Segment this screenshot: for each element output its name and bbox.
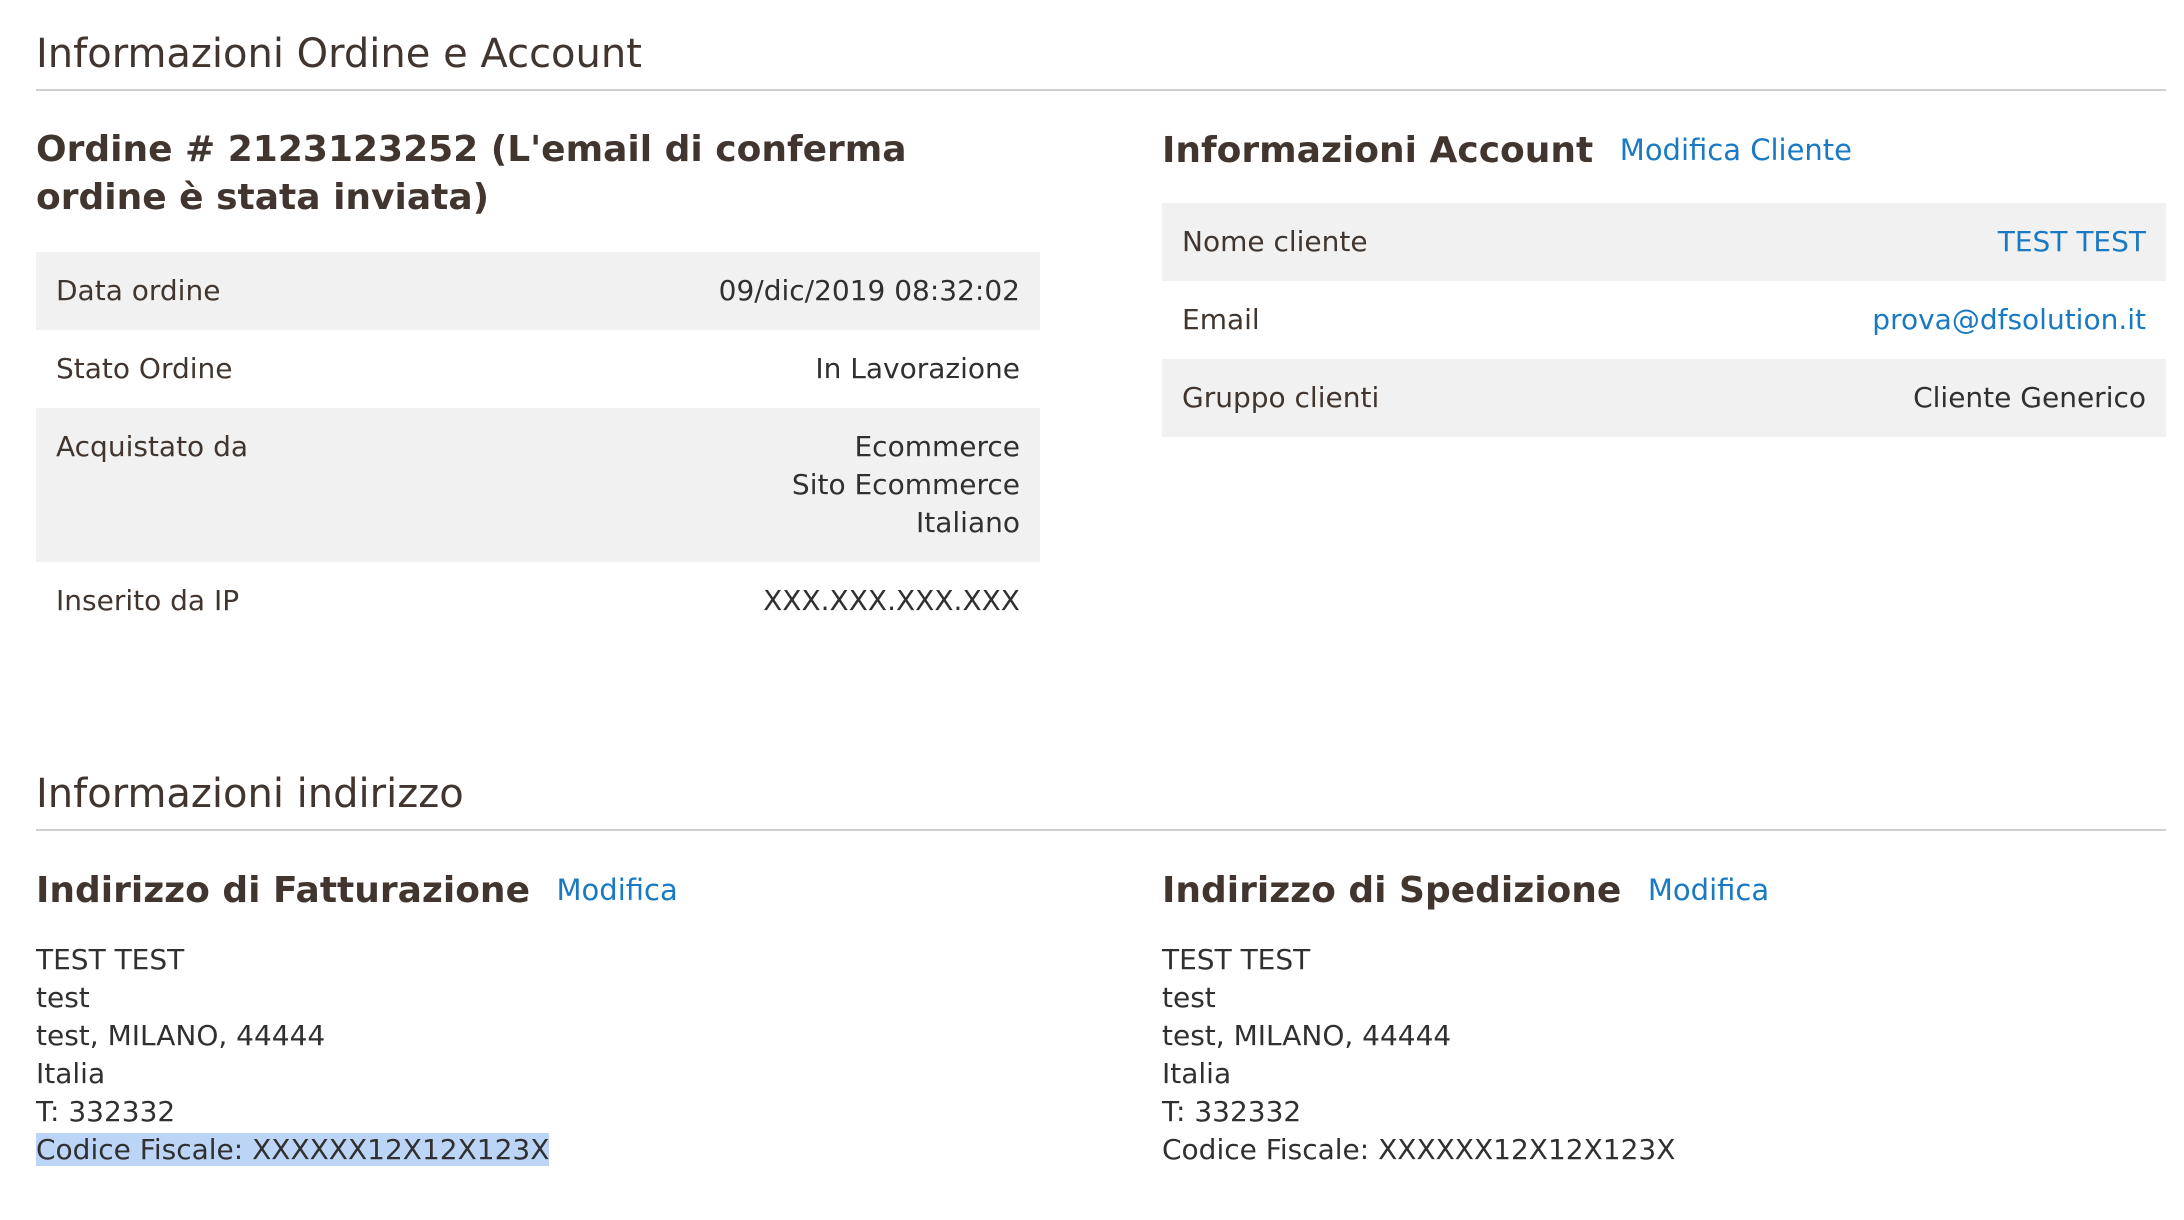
address-section-title: Informazioni indirizzo — [36, 774, 2166, 831]
order-date-label: Data ordine — [56, 274, 221, 307]
shipping-name: TEST TEST — [1162, 943, 1311, 976]
table-row: Email prova@dfsolution.it — [1162, 281, 2166, 359]
account-title-row: Informazioni Account Modifica Cliente — [1162, 126, 2166, 175]
email-label: Email — [1182, 303, 1260, 336]
shipping-tax-code: Codice Fiscale: XXXXXX12X12X123X — [1162, 1133, 1676, 1166]
shipping-title: Indirizzo di Spedizione — [1162, 870, 1622, 911]
store-website: Ecommerce — [854, 430, 1020, 463]
shipping-phone: T: 332332 — [1162, 1095, 1302, 1128]
customer-name-label: Nome cliente — [1182, 225, 1368, 258]
billing-address-block: Indirizzo di Fatturazione Modifica TEST … — [36, 866, 1040, 1169]
edit-customer-link[interactable]: Modifica Cliente — [1620, 133, 1852, 167]
table-row: Stato Ordine In Lavorazione — [36, 330, 1040, 408]
table-row: Nome cliente TEST TEST — [1162, 203, 2166, 281]
store-name: Sito Ecommerce — [791, 468, 1020, 501]
order-account-section-title: Informazioni Ordine e Account — [36, 34, 2166, 91]
account-info-block: Informazioni Account Modifica Cliente No… — [1162, 126, 2166, 437]
billing-title-row: Indirizzo di Fatturazione Modifica — [36, 866, 1040, 915]
order-date-value: 09/dic/2019 08:32:02 — [718, 274, 1020, 307]
edit-billing-link[interactable]: Modifica — [557, 873, 678, 907]
shipping-city: test, MILANO, 44444 — [1162, 1019, 1452, 1052]
billing-tax-code: Codice Fiscale: XXXXXX12X12X123X — [36, 1131, 1040, 1169]
billing-address: TEST TEST test test, MILANO, 44444 Itali… — [36, 941, 1040, 1169]
billing-street: test — [36, 981, 90, 1014]
email-link[interactable]: prova@dfsolution.it — [1872, 303, 2146, 336]
placed-from-ip-label: Inserito da IP — [56, 584, 240, 617]
order-info-table: Data ordine 09/dic/2019 08:32:02 Stato O… — [36, 252, 1040, 640]
customer-group-value: Cliente Generico — [1913, 381, 2146, 414]
customer-group-label: Gruppo clienti — [1182, 381, 1380, 414]
purchased-from-label: Acquistato da — [56, 430, 249, 463]
billing-title: Indirizzo di Fatturazione — [36, 870, 530, 911]
shipping-address: TEST TEST test test, MILANO, 44444 Itali… — [1162, 941, 2166, 1169]
shipping-address-block: Indirizzo di Spedizione Modifica TEST TE… — [1162, 866, 2166, 1169]
account-title: Informazioni Account — [1162, 130, 1594, 171]
account-info-table: Nome cliente TEST TEST Email prova@dfsol… — [1162, 203, 2166, 437]
billing-name: TEST TEST — [36, 943, 185, 976]
table-row: Inserito da IP XXX.XXX.XXX.XXX — [36, 562, 1040, 640]
store-view: Italiano — [916, 506, 1020, 539]
purchased-from-value: Ecommerce Sito Ecommerce Italiano — [442, 408, 1040, 562]
customer-name-cell: TEST TEST — [1594, 203, 2166, 281]
edit-shipping-link[interactable]: Modifica — [1648, 873, 1769, 907]
table-row: Acquistato da Ecommerce Sito Ecommerce I… — [36, 408, 1040, 562]
billing-country: Italia — [36, 1057, 106, 1090]
table-row: Gruppo clienti Cliente Generico — [1162, 359, 2166, 437]
billing-city: test, MILANO, 44444 — [36, 1019, 326, 1052]
order-status-label: Stato Ordine — [56, 352, 233, 385]
billing-phone: T: 332332 — [36, 1095, 176, 1128]
shipping-street: test — [1162, 981, 1216, 1014]
placed-from-ip-value: XXX.XXX.XXX.XXX — [763, 584, 1020, 617]
order-status-value: In Lavorazione — [815, 352, 1020, 385]
table-row: Data ordine 09/dic/2019 08:32:02 — [36, 252, 1040, 330]
shipping-title-row: Indirizzo di Spedizione Modifica — [1162, 866, 2166, 915]
customer-name-link[interactable]: TEST TEST — [1998, 225, 2146, 258]
billing-tax-code-selected: Codice Fiscale: XXXXXX12X12X123X — [36, 1133, 550, 1166]
order-info-block: Ordine # 2123123252 (L'email di conferma… — [36, 126, 1040, 640]
shipping-country: Italia — [1162, 1057, 1232, 1090]
order-title: Ordine # 2123123252 (L'email di conferma… — [36, 129, 907, 218]
email-cell: prova@dfsolution.it — [1594, 281, 2166, 359]
